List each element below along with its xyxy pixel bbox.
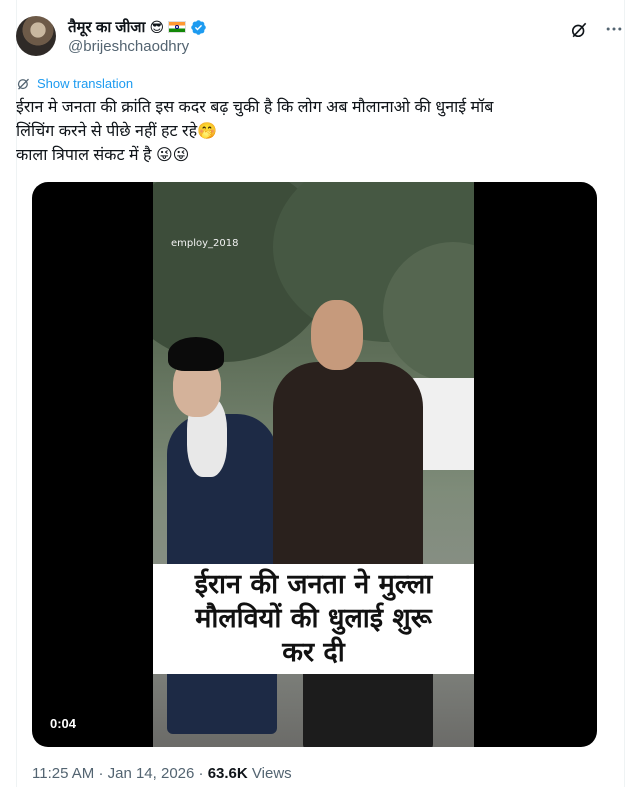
author-handle[interactable]: @brijeshchaodhry — [68, 38, 189, 55]
video-duration: 0:04 — [46, 714, 81, 733]
views-count[interactable]: 63.6K — [208, 765, 248, 782]
video-watermark: employ_2018 — [171, 238, 239, 249]
video-caption-line: ईरान की जनता ने मुल्ला — [194, 569, 433, 600]
tweet-meta: 11:25 AM · Jan 14, 2026 · 63.6K Views — [32, 765, 292, 782]
show-translation-label[interactable]: Show translation — [37, 76, 133, 91]
video-caption-line: मौलवियों की धुलाई शुरू — [195, 603, 432, 634]
verified-badge-icon[interactable] — [190, 19, 207, 36]
more-icon[interactable] — [603, 18, 625, 40]
author-name-emoji: 😎 — [149, 18, 165, 35]
video-scene-man-head — [311, 300, 363, 370]
grok-icon[interactable] — [569, 20, 589, 40]
author-name-row: तैमूर का जीजा 😎 — [68, 16, 207, 38]
video-caption: ईरान की जनता ने मुल्ला मौलवियों की धुलाई… — [153, 564, 474, 674]
tweet-time[interactable]: 11:25 AM — [32, 765, 94, 782]
tweet-text: ईरान मे जनता की क्रांति इस कदर बढ़ चुकी … — [16, 99, 494, 164]
meta-separator: · — [198, 765, 204, 782]
video-scene-turban — [168, 337, 224, 371]
translate-icon — [17, 78, 29, 90]
video-scene-man — [273, 362, 423, 592]
avatar[interactable] — [16, 16, 56, 56]
author-display-name[interactable]: तैमूर का जीजा — [68, 17, 145, 37]
tweet-header: तैमूर का जीजा 😎 @brijeshchaodhry — [16, 16, 625, 64]
views-label[interactable]: Views — [252, 765, 292, 782]
video-player[interactable]: employ_2018 ईरान की जनता ने मुल्ला मौलवि… — [32, 182, 597, 747]
show-translation[interactable]: Show translation — [16, 76, 133, 91]
meta-separator: · — [98, 765, 104, 782]
flag-india-icon — [168, 21, 187, 33]
video-frame[interactable]: employ_2018 ईरान की जनता ने मुल्ला मौलवि… — [153, 182, 474, 747]
video-caption-line: कर दी — [282, 637, 345, 668]
tweet-date[interactable]: Jan 14, 2026 — [108, 765, 195, 782]
